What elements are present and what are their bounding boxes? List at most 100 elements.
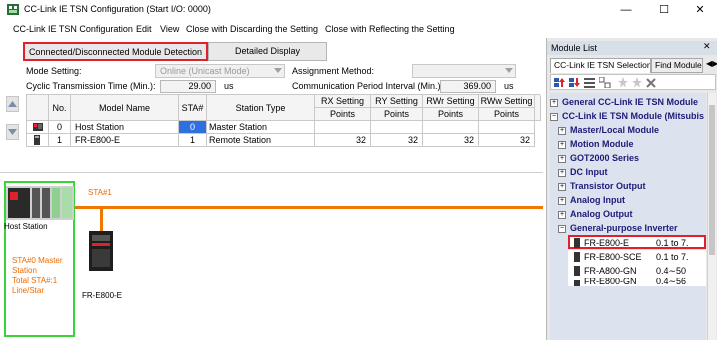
menu-edit[interactable]: Edit [136, 24, 152, 34]
menu-cc-link-ie-tsn-configuration[interactable]: CC-Link IE TSN Configuration [13, 24, 133, 34]
module-item-spec: 0.1 to 7. [656, 252, 689, 262]
move-down-button[interactable] [6, 124, 19, 140]
menu-view[interactable]: View [160, 24, 179, 34]
menu-close-reflecting[interactable]: Close with Reflecting the Setting [325, 24, 455, 34]
minimize-button[interactable]: — [614, 2, 638, 18]
sort-descending-icon[interactable] [569, 77, 581, 88]
table-row[interactable]: 0 Host Station 0 Master Station [27, 121, 541, 134]
tree-item-master-local[interactable]: + Master/Local Module [558, 123, 706, 137]
collapse-icon[interactable]: − [558, 224, 566, 233]
module-detection-button[interactable]: Connected/Disconnected Module Detection [23, 42, 208, 61]
collapse-icon[interactable]: − [550, 112, 558, 121]
close-button[interactable]: ✕ [688, 2, 712, 18]
expand-icon[interactable]: + [558, 154, 566, 163]
detailed-display-button[interactable]: Detailed Display [208, 42, 327, 61]
row-ry-points[interactable] [371, 121, 423, 134]
mode-setting-select[interactable]: Online (Unicast Mode) [155, 64, 285, 78]
maximize-button[interactable]: ☐ [652, 2, 676, 18]
header-ry-points: Points [371, 108, 423, 121]
module-item-spec: 0.4∼56 [656, 278, 687, 286]
star-icon[interactable] [617, 77, 629, 88]
row-no: 1 [49, 134, 71, 147]
title-bar: CC-Link IE TSN Configuration (Start I/O:… [0, 0, 717, 20]
close-icon[interactable]: ✕ [703, 41, 711, 52]
module-list-scrollbar[interactable] [707, 93, 716, 340]
tree-item-cc-link-ie-tsn-mitsubishi[interactable]: − CC-Link IE TSN Module (Mitsubishi [550, 109, 704, 123]
row-sta[interactable]: 1 [179, 134, 207, 147]
module-item-name: FR-E800-E [584, 238, 630, 248]
sort-ascending-icon[interactable] [554, 77, 566, 88]
chevron-down-icon [274, 68, 282, 73]
module-item-name: FR-E800-GN [584, 278, 637, 286]
tree-item-got2000[interactable]: + GOT2000 Series [558, 151, 706, 165]
assignment-method-select[interactable] [412, 64, 516, 78]
tree-item-label: General CC-Link IE TSN Module [562, 97, 699, 107]
network-diagram: Host Station STA#0 Master Station Total … [0, 172, 543, 340]
collapse-all-icon[interactable] [599, 77, 611, 88]
tree-item-label: DC Input [570, 167, 608, 177]
tree-item-label: Analog Output [570, 209, 633, 219]
row-rww-points[interactable] [479, 121, 535, 134]
row-rww-points[interactable]: 32 [479, 134, 535, 147]
cyclic-time-value: 29.00 [160, 80, 216, 93]
triangle-down-icon [8, 129, 17, 135]
expand-icon[interactable]: + [558, 140, 566, 149]
tree-item-label: Transistor Output [570, 181, 646, 191]
menu-close-discarding[interactable]: Close with Discarding the Setting [186, 24, 318, 34]
module-item-spec: 0.1 to 7. [656, 238, 689, 248]
row-rwr-points[interactable] [423, 121, 479, 134]
row-rwr-points[interactable]: 32 [423, 134, 479, 147]
chevron-down-icon [505, 68, 513, 73]
host-station-icon [6, 186, 74, 220]
assignment-method-label: Assignment Method: [292, 66, 375, 76]
expand-icon[interactable]: + [558, 210, 566, 219]
module-item-fr-a800-gn[interactable]: FR-A800-GN 0.4∼50 [568, 264, 706, 278]
tab-find-module[interactable]: Find Module [651, 58, 703, 73]
list-view-icon[interactable] [584, 77, 596, 88]
tab-cc-link-ie-tsn-selection[interactable]: CC-Link IE TSN Selection [550, 58, 651, 73]
module-item-fr-e800-gn[interactable]: FR-E800-GN 0.4∼56 [568, 278, 706, 286]
tree-item-analog-output[interactable]: + Analog Output [558, 207, 706, 221]
row-station-type[interactable]: Master Station [207, 121, 315, 134]
host-station-label: Host Station [4, 222, 48, 231]
row-rx-points[interactable] [315, 121, 371, 134]
row-ry-points[interactable]: 32 [371, 134, 423, 147]
host-topology-info-line: Line/Star [12, 286, 45, 295]
tree-item-dc-input[interactable]: + DC Input [558, 165, 706, 179]
triangle-up-icon [8, 101, 17, 107]
tree-item-analog-input[interactable]: + Analog Input [558, 193, 706, 207]
expand-icon[interactable]: + [558, 182, 566, 191]
header-rx-setting: RX Setting [315, 95, 371, 108]
tree-item-label: CC-Link IE TSN Module (Mitsubishi [562, 111, 704, 121]
header-rww-points: Points [479, 108, 535, 121]
tree-item-transistor-output[interactable]: + Transistor Output [558, 179, 706, 193]
module-item-fr-e800-sce[interactable]: FR-E800-SCE 0.1 to 7. [568, 250, 706, 264]
module-list-title: Module List [547, 41, 717, 55]
row-model-name: Host Station [71, 121, 179, 134]
mode-setting-label: Mode Setting: [26, 66, 82, 76]
add-favorite-icon[interactable] [631, 77, 643, 88]
header-no: No. [49, 95, 71, 121]
expand-icon[interactable]: + [558, 126, 566, 135]
drop-line [100, 209, 103, 231]
row-station-type[interactable]: Remote Station [207, 134, 315, 147]
tree-item-general-cc-link-ie-tsn[interactable]: + General CC-Link IE TSN Module [550, 95, 704, 109]
comm-period-value: 369.00 [440, 80, 496, 93]
delete-icon[interactable] [645, 77, 657, 88]
tree-item-general-purpose-inverter[interactable]: − General-purpose Inverter [558, 221, 706, 235]
inverter-device-icon[interactable] [89, 231, 113, 271]
scrollbar-thumb[interactable] [709, 105, 715, 255]
header-overflow [535, 95, 541, 121]
expand-icon[interactable]: + [550, 98, 558, 107]
header-ry-setting: RY Setting [371, 95, 423, 108]
row-model-name: FR-E800-E [71, 134, 179, 147]
row-rx-points[interactable]: 32 [315, 134, 371, 147]
table-row[interactable]: 1 FR-E800-E 1 Remote Station 32 32 32 32 [27, 134, 541, 147]
row-sta[interactable]: 0 [179, 121, 207, 134]
tab-scroll-icon[interactable]: ◀▶ [706, 59, 717, 68]
expand-icon[interactable]: + [558, 168, 566, 177]
tree-item-motion-module[interactable]: + Motion Module [558, 137, 706, 151]
expand-icon[interactable]: + [558, 196, 566, 205]
move-up-button[interactable] [6, 96, 19, 112]
row-no: 0 [49, 121, 71, 134]
